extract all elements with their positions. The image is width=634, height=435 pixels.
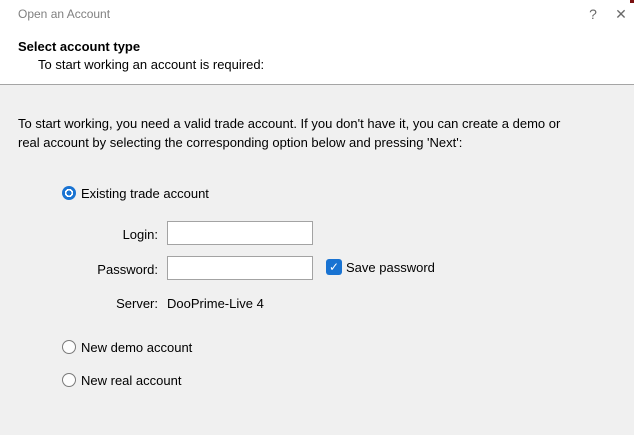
login-label: Login: bbox=[88, 227, 158, 242]
server-value: DooPrime-Live 4 bbox=[167, 296, 264, 311]
radio-new-demo-account-label[interactable]: New demo account bbox=[81, 340, 192, 355]
check-icon: ✓ bbox=[329, 260, 339, 274]
radio-existing-trade-account[interactable] bbox=[62, 186, 76, 200]
close-button[interactable]: ✕ bbox=[606, 0, 634, 28]
page-subtitle: To start working an account is required: bbox=[38, 57, 264, 72]
radio-existing-trade-account-label[interactable]: Existing trade account bbox=[81, 186, 209, 201]
password-input[interactable] bbox=[167, 256, 313, 280]
wizard-header: Select account type To start working an … bbox=[0, 28, 634, 85]
server-label: Server: bbox=[88, 296, 158, 311]
radio-new-real-account-label[interactable]: New real account bbox=[81, 373, 181, 388]
titlebar: Open an Account ? ✕ bbox=[0, 0, 634, 28]
page-title: Select account type bbox=[18, 39, 140, 54]
open-account-dialog: Open an Account ? ✕ Select account type … bbox=[0, 0, 634, 435]
password-label: Password: bbox=[88, 262, 158, 277]
help-button[interactable]: ? bbox=[578, 0, 608, 28]
save-password-label[interactable]: Save password bbox=[346, 260, 435, 275]
corner-artifact bbox=[630, 0, 634, 3]
radio-new-real-account[interactable] bbox=[62, 373, 76, 387]
intro-text-line1: To start working, you need a valid trade… bbox=[18, 116, 560, 131]
login-input[interactable] bbox=[167, 221, 313, 245]
radio-new-demo-account[interactable] bbox=[62, 340, 76, 354]
window-title: Open an Account bbox=[18, 7, 110, 21]
save-password-checkbox[interactable]: ✓ bbox=[326, 259, 342, 275]
intro-text-line2: real account by selecting the correspond… bbox=[18, 135, 462, 150]
